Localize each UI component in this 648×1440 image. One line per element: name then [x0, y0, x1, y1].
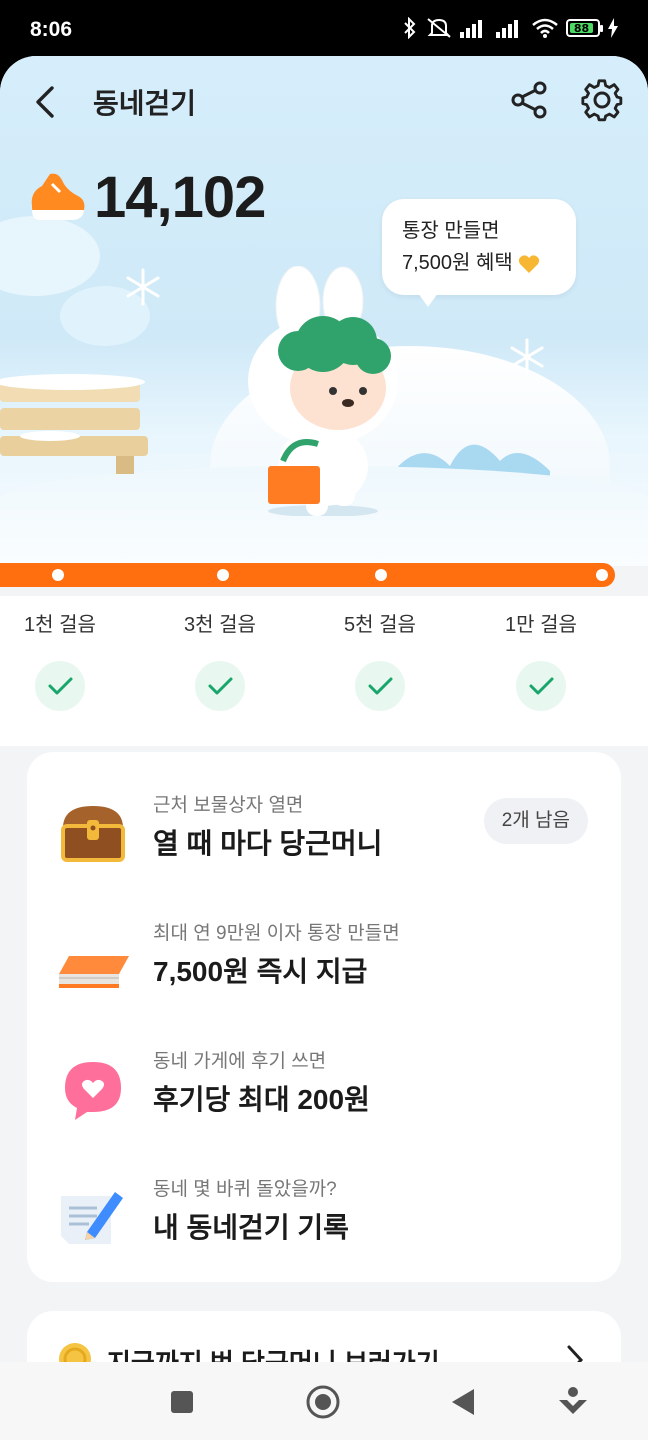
reward-row-record[interactable]: 동네 몇 바퀴 돌았을까? 내 동네걷기 기록	[27, 1172, 621, 1292]
notepad-pen-icon	[61, 1192, 123, 1244]
milestone-item: 5천 걸음	[310, 596, 450, 711]
bubble-line-1: 통장 만들면	[402, 220, 500, 242]
bubble-line-2-wrap: 7,500원 혜택	[402, 247, 576, 279]
progress-dot	[596, 569, 608, 581]
system-nav-bar	[0, 1362, 648, 1440]
reward-title: 열 때 마다 당근머니	[153, 828, 383, 859]
treasure-chest-icon	[61, 806, 125, 862]
bluetooth-icon	[404, 17, 416, 39]
benefit-bubble[interactable]: 통장 만들면 7,500원 혜택	[382, 199, 576, 307]
carrot-money-link: 지금까지 번 당근머니 보러가기	[107, 1343, 440, 1362]
reward-subtitle: 최대 연 9만원 이자 통장 만들면	[153, 923, 400, 944]
progress-dot	[52, 569, 64, 581]
page-title: 동네걷기	[93, 88, 197, 119]
milestones: 1천 걸음 3천 걸음 5천 걸음 1만 걸음	[0, 596, 648, 746]
milestone-label: 5천 걸음	[344, 614, 416, 636]
chevron-right-icon	[567, 1345, 584, 1362]
status-icons: 88	[402, 17, 618, 39]
milestone-item: 1천 걸음	[0, 596, 130, 711]
rewards-card: 근처 보물상자 열면 열 때 마다 당근머니 2개 남음 최대 연 9만원 이자…	[27, 752, 621, 1282]
home-icon[interactable]	[305, 1384, 341, 1420]
bubble-line-2: 7,500원 혜택	[402, 252, 513, 274]
battery-icon: 88	[566, 19, 603, 37]
remaining-badge: 2개 남음	[483, 798, 588, 844]
recent-apps-icon[interactable]	[164, 1384, 200, 1420]
carrot-money-card[interactable]: 지금까지 번 당근머니 보러가기	[27, 1311, 621, 1362]
check-icon	[355, 661, 405, 711]
reward-title: 7,500원 즉시 지급	[153, 956, 368, 987]
heart-icon	[519, 255, 540, 273]
gear-icon[interactable]	[580, 78, 624, 122]
sneaker-icon	[31, 173, 85, 220]
charging-icon	[608, 18, 618, 38]
wifi-icon	[532, 18, 558, 38]
accessibility-icon[interactable]	[555, 1384, 591, 1420]
status-time: 8:06	[30, 18, 73, 41]
snowflake-icon-2	[510, 338, 544, 376]
status-bar: 8:06 88	[0, 0, 648, 56]
reward-title: 내 동네걷기 기록	[153, 1212, 349, 1243]
coin-icon	[59, 1343, 91, 1362]
hero-scene: 동네걷기 14,102 통장 만들면 7,500원 혜택	[0, 56, 648, 586]
signal-icon-2	[496, 20, 518, 38]
reward-row-review[interactable]: 동네 가게에 후기 쓰면 후기당 최대 200원	[27, 1044, 621, 1164]
bankbook-icon	[59, 956, 129, 988]
back-nav-icon[interactable]	[446, 1384, 482, 1420]
reward-subtitle: 근처 보물상자 열면	[153, 795, 304, 816]
milestone-label: 1만 걸음	[505, 614, 577, 636]
milestone-label: 3천 걸음	[184, 614, 256, 636]
signal-icon	[460, 20, 482, 38]
check-icon	[195, 661, 245, 711]
mute-icon	[427, 18, 451, 38]
heart-bubble-icon	[65, 1062, 121, 1120]
share-icon[interactable]	[508, 78, 552, 122]
step-progress-bar	[0, 563, 615, 587]
milestone-label: 1천 걸음	[24, 614, 96, 636]
reward-subtitle: 동네 가게에 후기 쓰면	[153, 1051, 327, 1072]
milestone-item: 3천 걸음	[150, 596, 290, 711]
rabbit-character-illustration	[248, 266, 398, 516]
back-arrow-icon[interactable]	[26, 80, 70, 124]
check-icon	[35, 661, 85, 711]
battery-level: 88	[573, 21, 590, 35]
milestone-item: 1만 걸음	[471, 596, 611, 711]
reward-subtitle: 동네 몇 바퀴 돌았을까?	[153, 1179, 337, 1200]
snowflake-icon	[126, 268, 160, 306]
reward-row-treasure[interactable]: 근처 보물상자 열면 열 때 마다 당근머니 2개 남음	[27, 788, 621, 908]
step-count: 14,102	[94, 165, 266, 230]
check-icon	[516, 661, 566, 711]
progress-dot	[375, 569, 387, 581]
screen: 동네걷기 14,102 통장 만들면 7,500원 혜택 1천 걸음 3천 걸음…	[0, 56, 648, 1362]
bench-illustration	[0, 374, 148, 474]
reward-row-bankbook[interactable]: 최대 연 9만원 이자 통장 만들면 7,500원 즉시 지급	[27, 916, 621, 1036]
cloud-decoration	[0, 216, 100, 296]
progress-dot	[217, 569, 229, 581]
reward-title: 후기당 최대 200원	[153, 1084, 370, 1115]
